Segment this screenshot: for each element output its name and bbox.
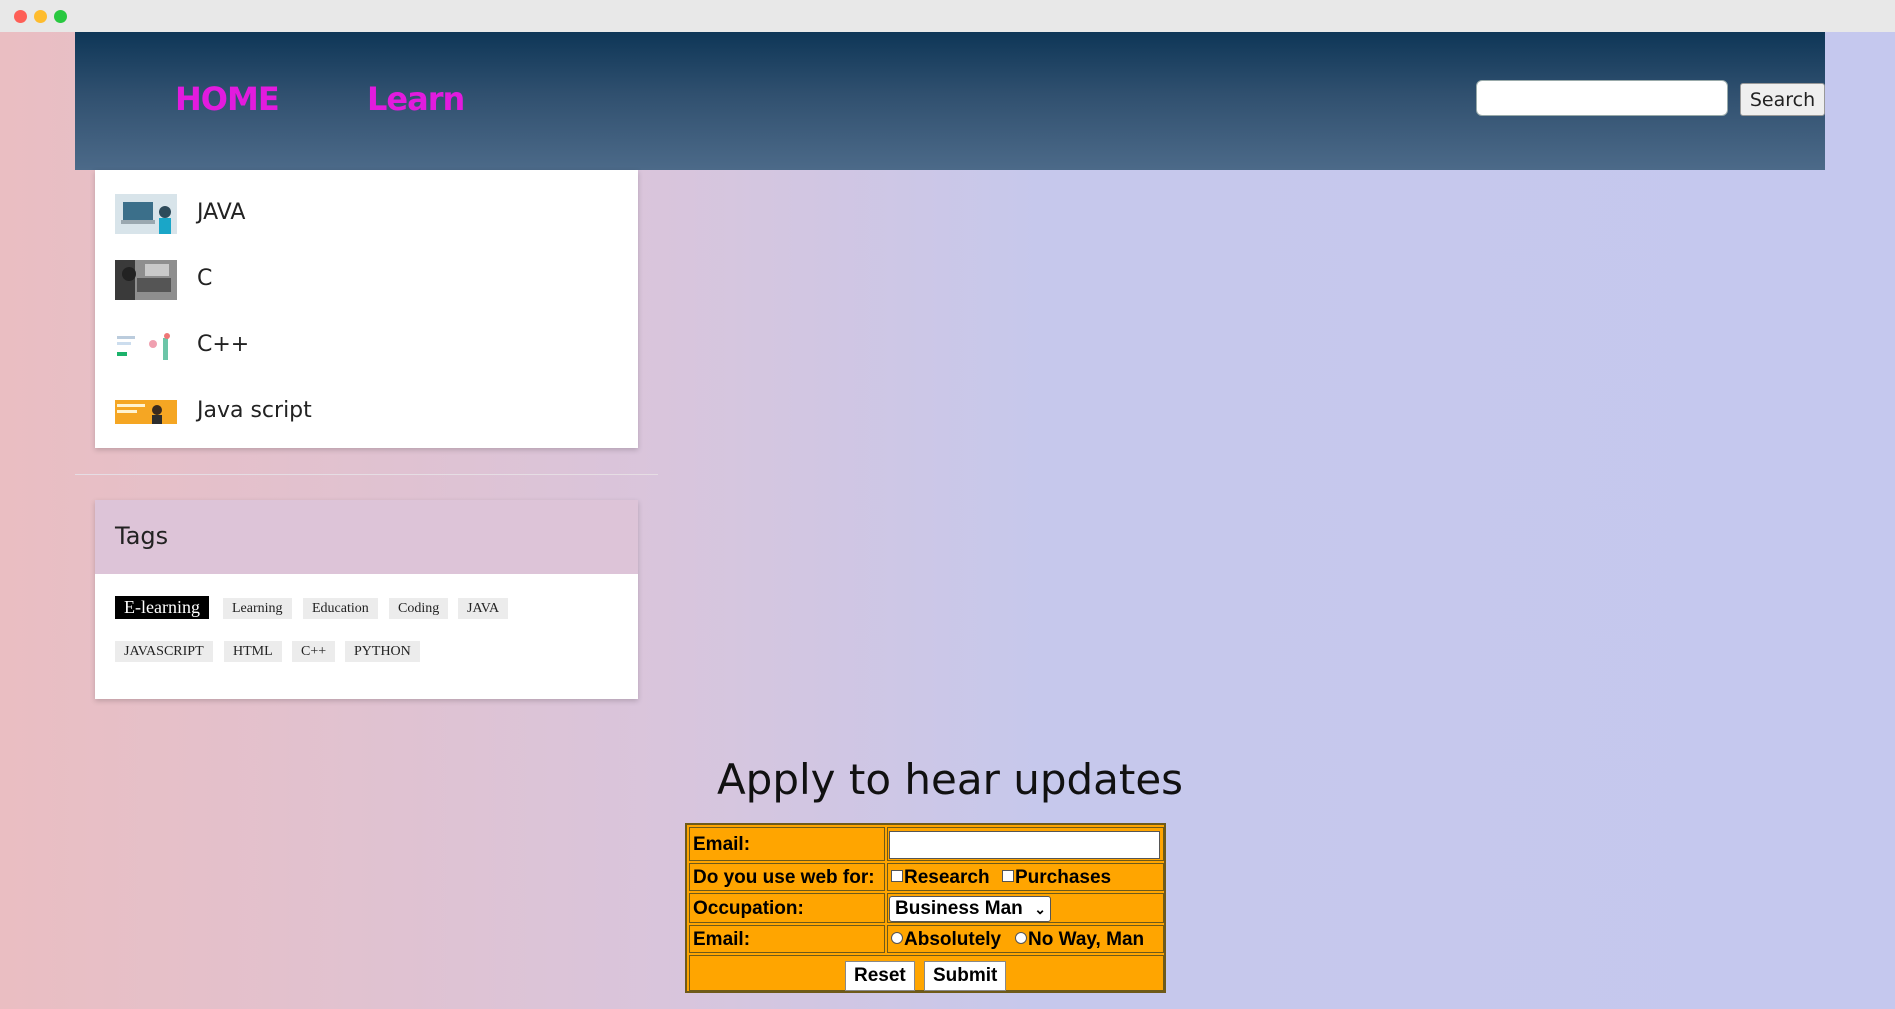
no-way-option[interactable]: No Way, Man bbox=[1015, 929, 1144, 951]
form-actions-cell: Reset Submit bbox=[689, 955, 1164, 991]
nav-home-link[interactable]: HOME bbox=[175, 80, 280, 118]
consent-label: Email: bbox=[693, 929, 751, 950]
form-label-cell: Occupation: bbox=[689, 893, 885, 923]
keyboard-thumbnail-icon bbox=[115, 260, 177, 300]
form-label-cell: Do you use web for: bbox=[689, 863, 885, 891]
search-input[interactable] bbox=[1476, 80, 1728, 116]
course-item-c[interactable]: C bbox=[115, 260, 615, 300]
nav-learn-link[interactable]: Learn bbox=[367, 80, 465, 118]
tags-header: Tags bbox=[95, 500, 638, 574]
laptop-thumbnail-icon bbox=[115, 194, 177, 234]
maximize-window-icon[interactable] bbox=[54, 10, 67, 23]
absolutely-option[interactable]: Absolutely bbox=[891, 929, 1001, 951]
research-option[interactable]: Research bbox=[891, 867, 990, 889]
course-label: Java script bbox=[197, 398, 312, 423]
occupation-select[interactable]: Business Man ⌄ bbox=[889, 896, 1051, 922]
course-list-card: JAVA C C++ Java script bbox=[95, 170, 638, 448]
occupation-label: Occupation: bbox=[693, 898, 804, 919]
no-way-radio[interactable] bbox=[1015, 932, 1027, 944]
purchases-option[interactable]: Purchases bbox=[1002, 867, 1111, 889]
tag-coding[interactable]: Coding bbox=[389, 598, 449, 619]
course-label: JAVA bbox=[197, 200, 246, 225]
web-use-label: Do you use web for: bbox=[693, 867, 875, 888]
reset-button[interactable]: Reset bbox=[845, 961, 915, 991]
purchases-checkbox[interactable] bbox=[1002, 870, 1014, 882]
course-item-java[interactable]: JAVA bbox=[115, 194, 615, 234]
absolutely-radio[interactable] bbox=[891, 932, 903, 944]
course-item-cpp[interactable]: C++ bbox=[115, 326, 615, 366]
tag-cpp[interactable]: C++ bbox=[292, 641, 336, 662]
tag-java[interactable]: JAVA bbox=[458, 598, 509, 619]
tags-card: Tags E-learning Learning Education Codin… bbox=[95, 500, 638, 699]
chevron-down-icon: ⌄ bbox=[1034, 901, 1046, 917]
apply-form: Email: Do you use web for: Research Purc… bbox=[685, 823, 1166, 993]
email-label: Email: bbox=[693, 834, 751, 855]
tag-e-learning[interactable]: E-learning bbox=[115, 596, 209, 619]
close-window-icon[interactable] bbox=[14, 10, 27, 23]
tag-html[interactable]: HTML bbox=[224, 641, 282, 662]
search-button[interactable]: Search bbox=[1740, 83, 1825, 116]
form-label-cell: Email: bbox=[689, 925, 885, 953]
form-label-cell: Email: bbox=[689, 827, 885, 861]
tag-python[interactable]: PYTHON bbox=[345, 641, 420, 662]
course-label: C bbox=[197, 266, 213, 291]
illustration-thumbnail-icon bbox=[115, 326, 177, 366]
window-title-bar bbox=[0, 0, 1895, 32]
tag-education[interactable]: Education bbox=[303, 598, 378, 619]
course-item-javascript[interactable]: Java script bbox=[115, 392, 615, 432]
email-field[interactable] bbox=[889, 831, 1160, 859]
research-checkbox[interactable] bbox=[891, 870, 903, 882]
minimize-window-icon[interactable] bbox=[34, 10, 47, 23]
tag-javascript[interactable]: JAVASCRIPT bbox=[115, 641, 213, 662]
course-label: C++ bbox=[197, 332, 250, 357]
form-field-cell: Absolutely No Way, Man bbox=[887, 925, 1164, 953]
sidebar-divider bbox=[75, 474, 658, 475]
tag-learning[interactable]: Learning bbox=[223, 598, 292, 619]
submit-button[interactable]: Submit bbox=[924, 961, 1007, 991]
apply-heading: Apply to hear updates bbox=[716, 755, 1184, 804]
tags-title: Tags bbox=[115, 522, 169, 550]
banner-thumbnail-icon bbox=[115, 392, 177, 432]
form-field-cell: Research Purchases bbox=[887, 863, 1164, 891]
top-navbar: HOME Learn Search bbox=[75, 32, 1825, 170]
